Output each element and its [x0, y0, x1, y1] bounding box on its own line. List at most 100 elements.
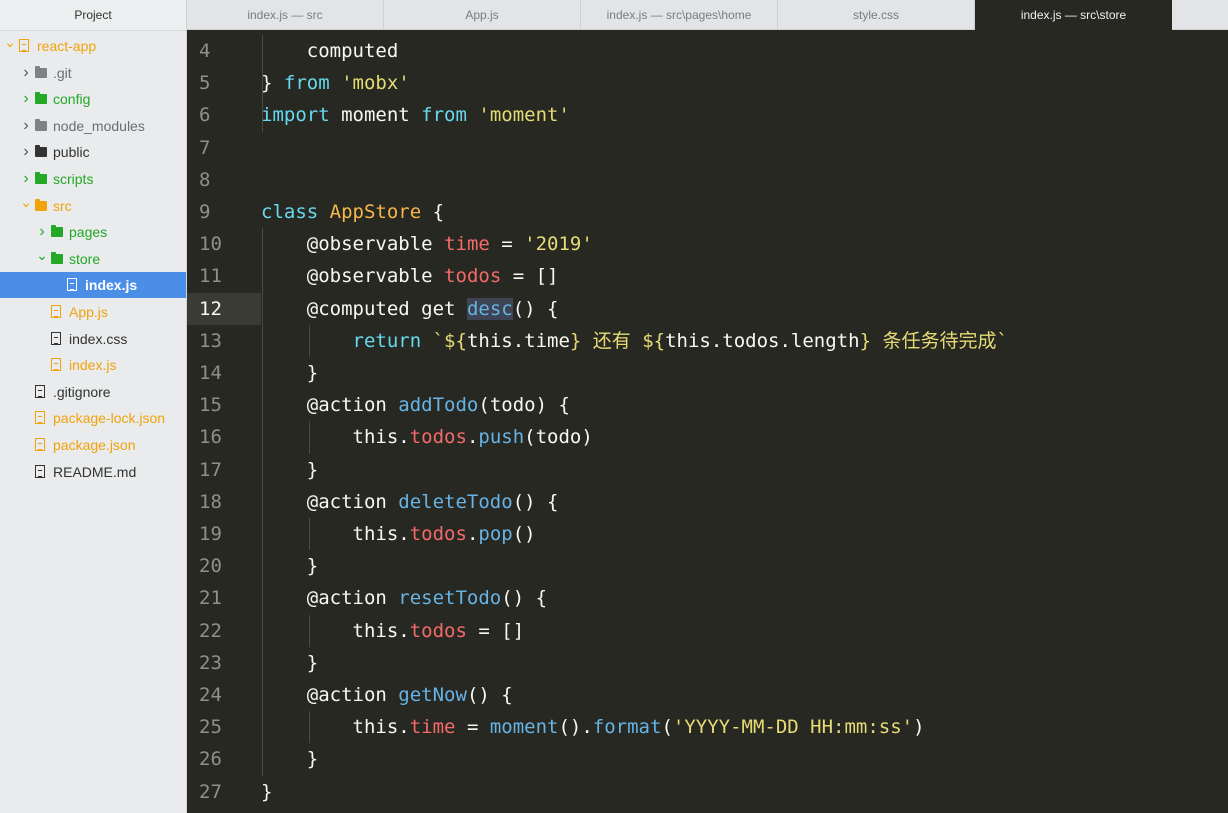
line-number: 26: [199, 748, 222, 771]
tree-item-label: public: [53, 144, 90, 161]
tree-item-package-lock-json[interactable]: package-lock.json: [0, 405, 186, 431]
tree-item-package-json[interactable]: package.json: [0, 432, 186, 458]
code-line[interactable]: 7: [187, 132, 1228, 164]
chevron-down-icon[interactable]: ⌄: [36, 242, 48, 268]
tree-item-label: package-lock.json: [53, 410, 166, 427]
code-line[interactable]: 12 @computed get desc() {: [187, 292, 1228, 325]
code-line[interactable]: 20 }: [187, 550, 1228, 582]
editor-tab[interactable]: index.js — src: [187, 0, 384, 30]
code-line[interactable]: 16 this.todos.push(todo): [187, 421, 1228, 453]
line-number: 6: [199, 104, 211, 127]
folder-icon: [51, 251, 63, 264]
tree-item-react-app[interactable]: ⌄ react-app: [0, 33, 186, 59]
chevron-down-icon[interactable]: ⌄: [4, 29, 16, 55]
tree-item-label: store: [69, 250, 101, 267]
tree-item-label: react-app: [37, 38, 97, 54]
code-line[interactable]: 4 computed: [187, 35, 1228, 67]
code-text: }: [261, 651, 319, 674]
file-icon: [51, 358, 61, 372]
code-line[interactable]: 26 }: [187, 743, 1228, 775]
code-line[interactable]: 10 @observable time = '2019': [187, 228, 1228, 260]
code-line[interactable]: 27}: [187, 776, 1228, 808]
tree-item-index-js[interactable]: index.js: [0, 272, 186, 299]
code-line[interactable]: 5} from 'mobx': [187, 67, 1228, 99]
editor-tab[interactable]: App.js: [384, 0, 581, 30]
code-text: return `${this.time} 还有 ${this.todos.len…: [352, 329, 1008, 352]
code-line[interactable]: 9 class AppStore {: [187, 196, 1228, 228]
indent-guide: [309, 421, 310, 454]
line-number: 8: [199, 168, 211, 191]
code-line[interactable]: 11 @observable todos = []: [187, 260, 1228, 292]
code-line[interactable]: 17 }: [187, 454, 1228, 486]
editor-tab[interactable]: index.js — src\store: [975, 0, 1172, 30]
chevron-down-icon[interactable]: ⌄: [20, 189, 32, 215]
tree-item-label: scripts: [53, 171, 94, 187]
code-text: @action resetTodo() {: [306, 587, 548, 610]
tree-item-src[interactable]: ⌄ src: [0, 193, 186, 219]
line-number: 21: [199, 587, 222, 610]
sidebar-title: Project: [0, 0, 186, 31]
indent-guide: [309, 614, 310, 647]
tab-bar: index.js — src App.js index.js — src\pages…: [187, 0, 1228, 30]
code-line[interactable]: 14 }: [187, 357, 1228, 389]
tree-item-label: README.md: [53, 463, 137, 480]
code-line[interactable]: 25 this.time = moment().format('YYYY-MM-…: [187, 711, 1228, 743]
editor-tab[interactable]: style.css: [778, 0, 975, 30]
code-line[interactable]: 13 return `${this.time} 还有 ${this.todos.…: [187, 325, 1228, 357]
tree-item-node-modules[interactable]: › node_modules: [0, 113, 186, 139]
code-text: }: [261, 362, 319, 384]
code-text: this.todos = []: [352, 619, 525, 642]
code-text: @observable todos = []: [306, 265, 559, 288]
code-editor[interactable]: 4 computed 5} from 'mobx' 6 import moment f…: [187, 30, 1228, 813]
code-line[interactable]: 22 this.todos = []: [187, 615, 1228, 647]
tree-item-label: App.js: [69, 304, 108, 320]
chevron-right-icon[interactable]: ›: [20, 86, 32, 112]
code-line[interactable]: 15 @action addTodo(todo) {: [187, 389, 1228, 421]
code-line[interactable]: 23 }: [187, 647, 1228, 679]
code-line[interactable]: 18 @action deleteTodo() {: [187, 486, 1228, 518]
line-number: 12: [187, 292, 261, 325]
code-text: this.time = moment().format('YYYY-MM-DD …: [352, 716, 925, 739]
tree-item-readme-md[interactable]: README.md: [0, 459, 186, 485]
tree-item-label: node_modules: [53, 117, 145, 134]
folder-icon: [35, 198, 47, 211]
indent-guide: [309, 518, 310, 551]
tree-item-git[interactable]: › .git: [0, 60, 186, 86]
code-line[interactable]: 8: [187, 164, 1228, 196]
code-text: computed: [261, 40, 399, 62]
code-text: @observable time = '2019': [306, 233, 593, 256]
code-line[interactable]: 24 @action getNow() {: [187, 679, 1228, 711]
line-number: 16: [199, 426, 222, 449]
tree-item-label: src: [53, 197, 72, 214]
line-number: 25: [199, 716, 222, 739]
chevron-right-icon[interactable]: ›: [20, 113, 32, 139]
tree-item-store[interactable]: ⌄ store: [0, 246, 186, 272]
line-number: 13: [199, 329, 222, 352]
tree-item-gitignore[interactable]: .gitignore: [0, 379, 186, 405]
chevron-right-icon[interactable]: ›: [20, 60, 32, 86]
code-text: this.todos.pop(): [352, 523, 536, 545]
code-text: @action addTodo(todo) {: [306, 394, 570, 417]
editor-tab[interactable]: index.js — src\pages\home: [581, 0, 778, 30]
line-number: 10: [199, 233, 222, 256]
tree-item-pages[interactable]: › pages: [0, 219, 186, 245]
code-line[interactable]: 6 import moment from 'moment': [187, 99, 1228, 131]
tree-item-index-css[interactable]: index.css: [0, 326, 186, 352]
tree-item-public[interactable]: › public: [0, 139, 186, 165]
tree-item-label: index.js: [85, 277, 138, 294]
code-text: import moment from 'moment': [261, 104, 570, 127]
tree-item-app-js[interactable]: App.js: [0, 299, 186, 325]
line-number: 20: [199, 555, 222, 578]
tree-item-config[interactable]: › config: [0, 86, 186, 112]
readme-icon: [35, 464, 45, 478]
chevron-right-icon[interactable]: ›: [20, 139, 32, 165]
folder-icon: [35, 92, 47, 105]
tree-item-index-js[interactable]: index.js: [0, 352, 186, 378]
code-line[interactable]: 21 @action resetTodo() {: [187, 582, 1228, 614]
indent-guide: [261, 228, 263, 776]
line-number: 18: [199, 490, 222, 513]
line-number: 24: [199, 684, 222, 706]
tree-item-label: pages: [69, 224, 108, 241]
code-line[interactable]: 19 this.todos.pop(): [187, 518, 1228, 550]
project-sidebar: Project ⌄ react-app › .git › config › node_modu…: [0, 0, 187, 813]
